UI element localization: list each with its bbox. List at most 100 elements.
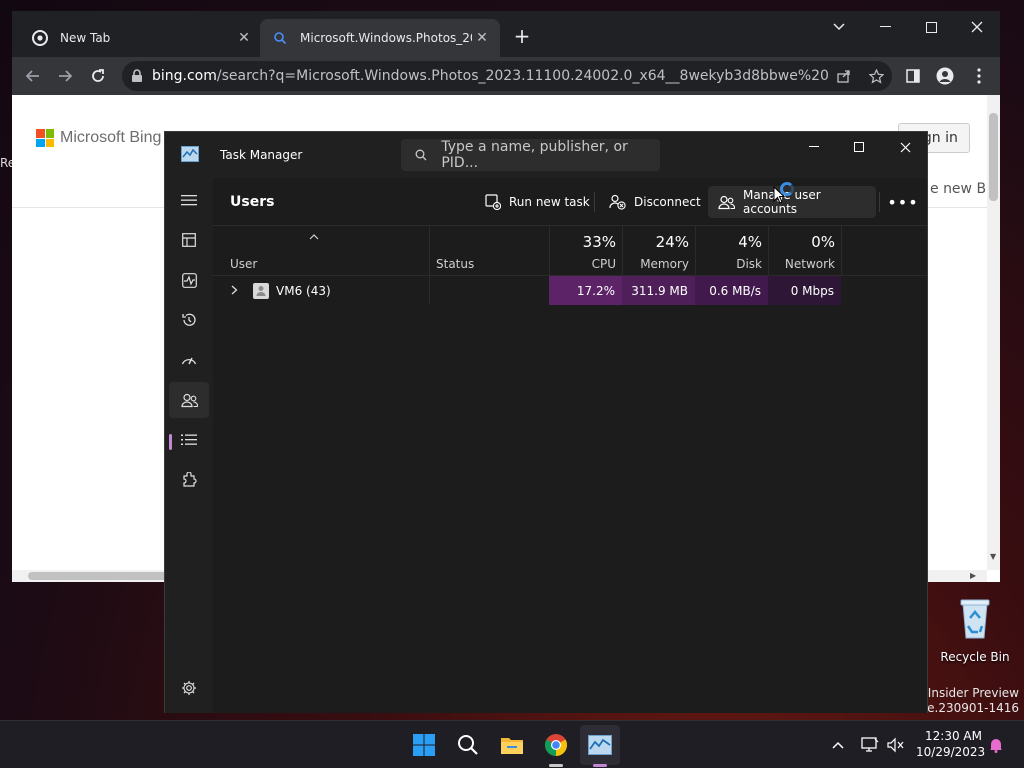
table-row[interactable]: VM6 (43) (213, 276, 429, 305)
sort-ascending-icon (309, 229, 319, 243)
start-button[interactable] (404, 725, 444, 765)
clock-time: 12:30 AM (925, 729, 982, 743)
minimize-icon[interactable] (791, 132, 837, 162)
taskbar-search-icon[interactable] (448, 725, 488, 765)
details-list-icon[interactable] (169, 422, 209, 458)
column-header-status[interactable]: Status (429, 226, 549, 276)
profile-avatar-icon[interactable] (932, 63, 958, 89)
disconnect-label: Disconnect (634, 195, 701, 209)
processes-icon[interactable] (169, 222, 209, 258)
taskbar: 12:30 AM 10/29/2023 (0, 720, 1024, 768)
column-header-cpu[interactable]: 33% CPU (549, 226, 622, 276)
column-divider (429, 276, 430, 305)
file-explorer-icon[interactable] (492, 725, 532, 765)
user-name: VM6 (43) (276, 283, 331, 298)
cpu-total: 33% (582, 233, 616, 251)
close-tab-icon[interactable]: ✕ (234, 28, 254, 48)
lock-icon[interactable] (122, 69, 152, 83)
forward-arrow-icon[interactable] (52, 63, 78, 89)
column-header-user[interactable]: User (213, 226, 429, 276)
memory-total: 24% (655, 233, 689, 251)
column-header-disk[interactable]: 4% Disk (695, 226, 768, 276)
services-puzzle-icon[interactable] (169, 462, 209, 498)
startup-apps-icon[interactable] (169, 342, 209, 378)
new-tab-plus-icon[interactable]: + (510, 24, 534, 48)
back-arrow-icon[interactable] (20, 63, 46, 89)
search-icon (272, 30, 288, 46)
run-new-task-button[interactable]: Run new task (475, 186, 600, 218)
watermark-text-1: ro Insider Preview (911, 686, 1019, 700)
address-bar[interactable]: bing.com/search?q=Microsoft.Windows.Phot… (122, 61, 892, 91)
recycle-bin-shortcut[interactable]: Recycle Bin (938, 596, 1012, 664)
close-tab-icon[interactable]: ✕ (472, 28, 492, 48)
bing-logo[interactable]: Microsoft Bing (36, 129, 161, 147)
task-manager-taskbar-icon[interactable] (580, 725, 620, 765)
manage-user-accounts-label: Manage user accounts (743, 188, 821, 216)
scroll-down-arrow-icon[interactable]: ▼ (990, 552, 996, 561)
recycle-bin-icon (960, 599, 990, 639)
column-header-memory[interactable]: 24% Memory (622, 226, 695, 276)
close-window-icon[interactable] (954, 13, 1000, 41)
browser-toolbar: bing.com/search?q=Microsoft.Windows.Phot… (12, 57, 1000, 95)
url-path: /search?q=Microsoft.Windows.Photos_2023.… (216, 68, 828, 84)
process-search-input[interactable]: Type a name, publisher, or PID... (401, 139, 660, 171)
side-panel-icon[interactable] (900, 63, 926, 89)
reload-icon[interactable] (85, 63, 111, 89)
close-window-icon[interactable] (882, 132, 928, 162)
maximize-icon[interactable] (908, 13, 954, 41)
network-total: 0% (811, 233, 835, 251)
search-placeholder: Type a name, publisher, or PID... (441, 139, 628, 171)
vertical-scrollbar[interactable]: ▼ (987, 95, 1000, 570)
active-app-indicator (593, 764, 607, 767)
column-label: Memory (640, 257, 689, 271)
memory-cell: 311.9 MB (622, 276, 695, 305)
page-title: Users (230, 194, 275, 210)
bookmark-star-icon[interactable] (860, 68, 892, 84)
minimize-icon[interactable] (862, 13, 908, 41)
column-header-filler (841, 226, 927, 276)
show-hidden-icons-chevron-icon[interactable] (828, 735, 848, 755)
windows-logo-icon (413, 734, 435, 756)
users-icon[interactable] (169, 382, 209, 418)
tab-strip: New Tab ✕ Microsoft.Windows.Photos_2023 … (12, 11, 1000, 57)
disconnect-user-icon (609, 194, 626, 210)
app-history-icon[interactable] (169, 302, 209, 338)
system-clock[interactable]: 12:30 AM 10/29/2023 (916, 728, 986, 760)
disconnect-button[interactable]: Disconnect (599, 186, 711, 218)
search-icon (401, 149, 441, 161)
more-options-icon[interactable]: ••• (887, 190, 917, 214)
column-header-network[interactable]: 0% Network (768, 226, 841, 276)
command-separator (594, 192, 595, 212)
tab-bing-search[interactable]: Microsoft.Windows.Photos_2023 ✕ (260, 19, 500, 57)
clock-date: 10/29/2023 (916, 745, 986, 759)
column-label: Network (784, 257, 835, 271)
performance-icon[interactable] (169, 262, 209, 298)
chevron-right-icon[interactable] (231, 284, 245, 298)
url-text: bing.com/search?q=Microsoft.Windows.Phot… (152, 68, 828, 84)
column-label: Status (436, 257, 475, 271)
mouse-pointer-icon (773, 186, 785, 204)
scrollbar-thumb[interactable] (989, 113, 998, 201)
scroll-right-arrow-icon[interactable]: ▶ (970, 571, 976, 580)
task-manager-nav (165, 178, 213, 713)
column-label: User (230, 257, 258, 271)
volume-muted-icon[interactable] (886, 735, 906, 755)
cpu-cell: 17.2% (549, 276, 622, 305)
scrollbar-thumb[interactable] (28, 572, 168, 580)
notification-bell-icon[interactable] (986, 735, 1006, 755)
tab-search-chevron-icon[interactable] (816, 13, 862, 41)
hamburger-menu-icon[interactable] (169, 182, 209, 218)
running-indicator (549, 764, 563, 767)
chrome-taskbar-icon[interactable] (536, 725, 576, 765)
recycle-bin-label: Recycle Bin (940, 650, 1010, 664)
command-separator (879, 192, 880, 212)
task-manager-titlebar[interactable]: Task Manager Type a name, publisher, or … (165, 132, 927, 178)
tab-new-tab[interactable]: New Tab ✕ (22, 19, 262, 57)
share-icon[interactable] (828, 69, 860, 83)
network-monitor-icon[interactable] (860, 735, 880, 755)
tab-title: New Tab (60, 31, 111, 45)
disk-cell: 0.6 MB/s (695, 276, 768, 305)
maximize-icon[interactable] (836, 132, 882, 162)
kebab-menu-icon[interactable] (966, 63, 992, 89)
settings-gear-icon[interactable] (169, 670, 209, 706)
